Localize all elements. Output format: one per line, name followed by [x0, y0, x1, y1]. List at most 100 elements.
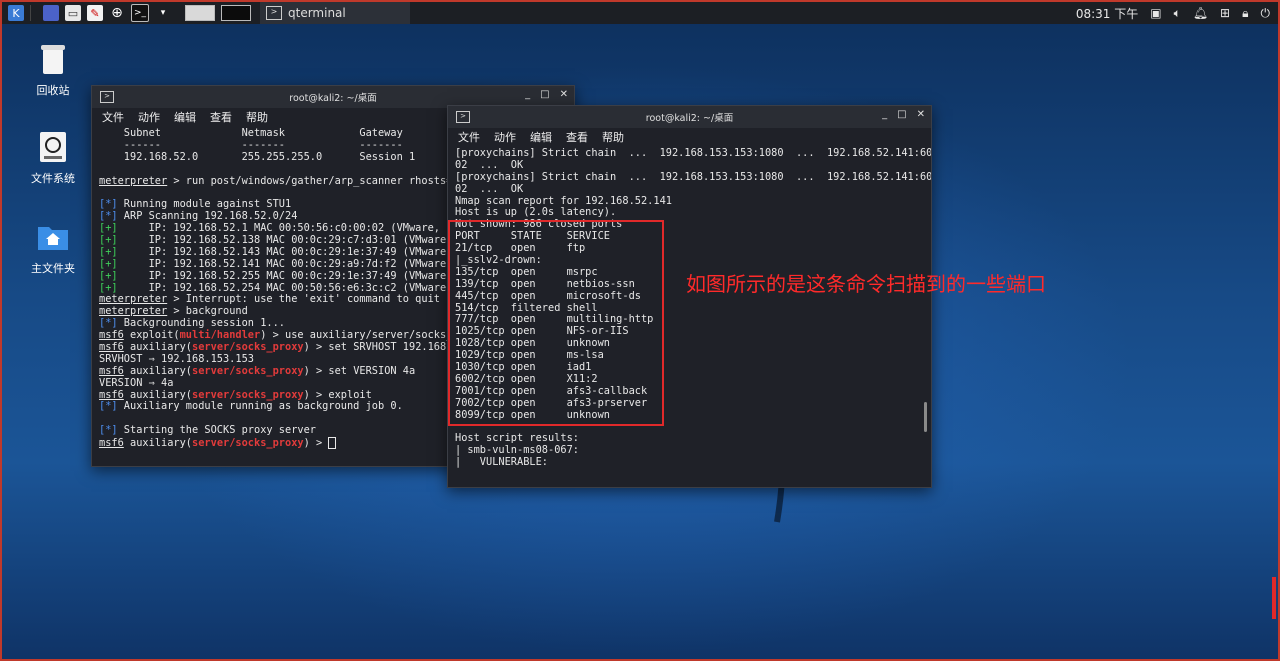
- lock-icon[interactable]: 🔒︎: [1242, 6, 1248, 21]
- terminal-icon: >: [100, 91, 114, 103]
- terminal-text: [+]: [99, 222, 118, 235]
- display-icon[interactable]: ▣: [1150, 6, 1161, 20]
- terminal-text: Subnet Netmask Gateway: [99, 127, 403, 139]
- terminal-text: msf6: [99, 364, 124, 377]
- close-button[interactable]: ✕: [917, 109, 925, 120]
- terminal-text: server/socks_proxy: [192, 341, 304, 354]
- minimize-button[interactable]: _: [882, 109, 887, 120]
- maximize-button[interactable]: □: [897, 109, 906, 120]
- terminal-text: msf6: [99, 329, 124, 342]
- terminal-text: |_sslv2-drown:: [455, 254, 542, 267]
- terminal-text: PORT STATE SERVICE: [455, 230, 610, 243]
- window-icon[interactable]: [43, 5, 59, 21]
- menu-item[interactable]: 编辑: [530, 129, 552, 145]
- terminal-text: VERSION ⇒ 4a: [99, 376, 174, 389]
- terminal-text: Running module against STU1: [117, 198, 292, 211]
- terminal-text: server/socks_proxy: [192, 364, 304, 377]
- terminal-text: IP: 192.168.52.255 MAC 00:0c:29:1e:37:49…: [117, 269, 490, 282]
- text-editor-icon[interactable]: ✎: [87, 5, 103, 21]
- terminal-text: IP: 192.168.52.1 MAC 00:50:56:c0:00:02 (…: [117, 222, 478, 235]
- terminal-text: ) > exploit: [303, 388, 372, 401]
- terminal-text: 7002/tcp open afs3-prserver: [455, 396, 648, 409]
- terminal-text: IP: 192.168.52.141 MAC 00:0c:29:a9:7d:f2…: [117, 257, 490, 270]
- terminal-text: meterpreter: [99, 293, 168, 306]
- terminal-text: [*]: [99, 424, 118, 437]
- workspace-2[interactable]: [221, 5, 251, 21]
- clock[interactable]: 08:31 下午: [1076, 5, 1138, 22]
- terminal-text: ARP Scanning 192.168.52.0/24: [117, 210, 298, 223]
- terminal-text: [*]: [99, 400, 118, 413]
- terminal-line: | VULNERABLE:: [455, 456, 924, 469]
- power-icon[interactable]: ⏻: [1261, 6, 1271, 21]
- menu-bar: 文件 动作 编辑 查看 帮助: [448, 128, 931, 146]
- terminal-text: > background: [167, 305, 248, 318]
- minimize-button[interactable]: _: [525, 89, 530, 100]
- terminal-line: 8099/tcp open unknown: [455, 409, 924, 422]
- menu-item[interactable]: 查看: [210, 109, 232, 125]
- title-bar[interactable]: > root@kali2: ~/桌面 _ □ ✕: [448, 106, 931, 128]
- terminal-text: [proxychains] Strict chain ... 192.168.1…: [455, 147, 931, 159]
- menu-item[interactable]: 帮助: [246, 109, 268, 125]
- terminal-text: 7001/tcp open afs3-callback: [455, 384, 648, 397]
- desktop-icon-trash[interactable]: 回收站: [18, 42, 88, 98]
- annotation-text: 如图所示的是这条命令扫描到的一些端口: [686, 272, 1046, 296]
- desktop-icon-label: 文件系统: [31, 172, 75, 185]
- menu-item[interactable]: 动作: [494, 129, 516, 145]
- home-folder-icon: [36, 220, 70, 254]
- workspace-1[interactable]: [185, 5, 215, 21]
- terminal-text: auxiliary(: [123, 388, 193, 401]
- terminal-output[interactable]: [proxychains] Strict chain ... 192.168.1…: [448, 146, 931, 484]
- task-title: qterminal: [288, 6, 346, 20]
- folder-icon[interactable]: ▭: [65, 5, 81, 21]
- terminal-text: server/socks_proxy: [192, 437, 304, 450]
- terminal-text: [+]: [99, 281, 118, 294]
- edge-marker: [1272, 577, 1276, 619]
- terminal-text: Not shown: 986 closed ports: [455, 218, 623, 231]
- notification-bell-icon[interactable]: 🔔︎: [1193, 6, 1208, 20]
- menu-item[interactable]: 查看: [566, 129, 588, 145]
- close-button[interactable]: ✕: [560, 89, 568, 100]
- filesystem-icon: [36, 130, 70, 164]
- terminal-icon[interactable]: >_: [131, 4, 149, 22]
- taskbar-item-qterminal[interactable]: > qterminal: [260, 2, 410, 24]
- terminal-text: | smb-vuln-ms08-067:: [455, 444, 579, 457]
- terminal-text: 777/tcp open multiling-http: [455, 313, 654, 326]
- menu-item[interactable]: 文件: [458, 129, 480, 145]
- terminal-text: meterpreter: [99, 174, 168, 187]
- browser-icon[interactable]: ⊕: [109, 5, 125, 21]
- terminal-text: ) >: [303, 437, 329, 450]
- terminal-text: IP: 192.168.52.138 MAC 00:0c:29:c7:d3:01…: [117, 234, 490, 247]
- menu-item[interactable]: 帮助: [602, 129, 624, 145]
- volume-icon[interactable]: 🔈︎: [1174, 6, 1181, 21]
- terminal-text: Auxiliary module running as background j…: [117, 400, 403, 413]
- terminal-text: IP: 192.168.52.254 MAC 00:50:56:e6:3c:c2…: [117, 281, 490, 294]
- menu-item[interactable]: 文件: [102, 109, 124, 125]
- terminal-text: 1025/tcp open NFS-or-IIS: [455, 325, 629, 338]
- maximize-button[interactable]: □: [540, 89, 549, 100]
- terminal-text: 1028/tcp open unknown: [455, 337, 610, 350]
- chevron-down-icon[interactable]: ▾: [155, 5, 171, 21]
- menu-item[interactable]: 动作: [138, 109, 160, 125]
- desktop-icon-label: 主文件夹: [31, 262, 75, 275]
- terminal-text: [*]: [99, 210, 118, 223]
- terminal-text: | VULNERABLE:: [455, 456, 548, 469]
- terminal-icon: >: [456, 111, 470, 123]
- terminal-text: 135/tcp open msrpc: [455, 265, 598, 278]
- terminal-text: 02 ... OK: [455, 158, 524, 171]
- terminal-text: multi/handler: [179, 329, 261, 342]
- terminal-text: Nmap scan report for 192.168.52.141: [455, 194, 672, 207]
- desktop-icon-filesystem[interactable]: 文件系统: [18, 130, 88, 186]
- network-icon[interactable]: ⊞: [1220, 6, 1230, 20]
- scrollbar[interactable]: [924, 402, 927, 432]
- terminal-text: IP: 192.168.52.143 MAC 00:0c:29:1e:37:49…: [117, 245, 490, 258]
- terminal-text: 02 ... OK: [455, 182, 524, 195]
- desktop-icon-home[interactable]: 主文件夹: [18, 220, 88, 276]
- terminal-text: auxiliary(: [123, 437, 193, 450]
- terminal-text: [proxychains] Strict chain ... 192.168.1…: [455, 170, 931, 183]
- menu-item[interactable]: 编辑: [174, 109, 196, 125]
- terminal-text: Backgrounding session 1...: [117, 317, 285, 330]
- terminal-line: [proxychains] Strict chain ... 192.168.1…: [455, 147, 931, 160]
- window-title: root@kali2: ~/桌面: [645, 113, 734, 124]
- kali-menu-icon[interactable]: K: [8, 5, 24, 21]
- terminal-text: exploit(: [123, 329, 180, 342]
